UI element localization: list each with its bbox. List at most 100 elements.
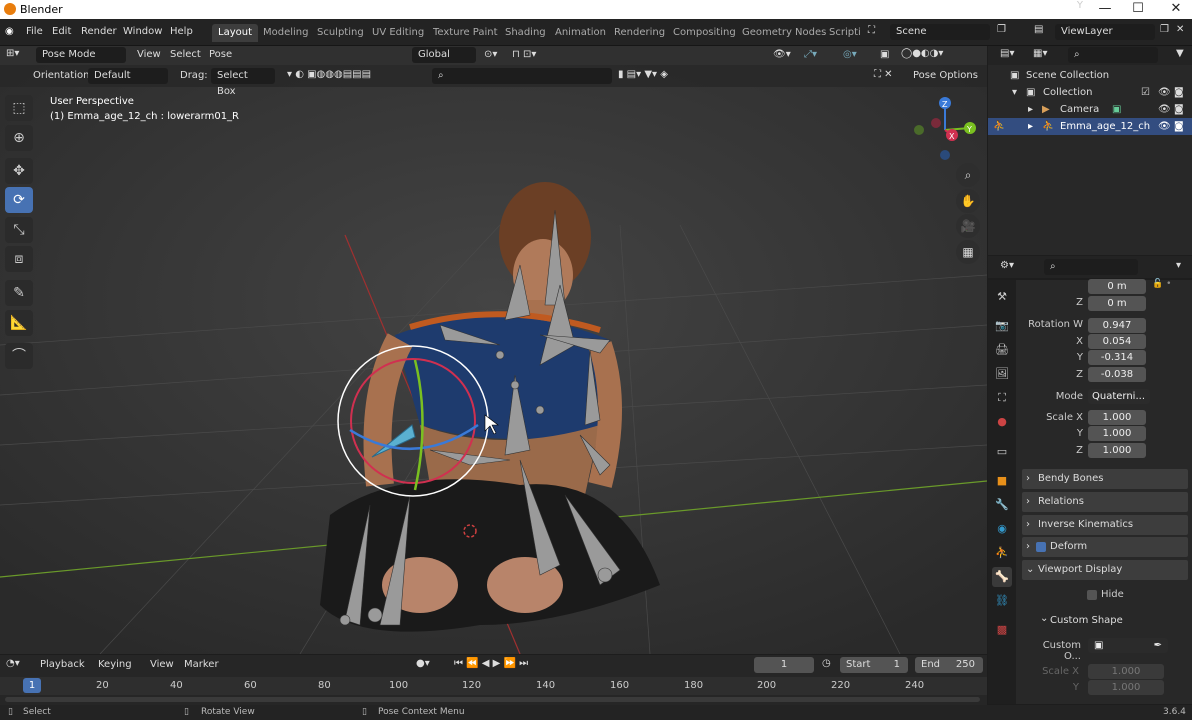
tool-tab-icon[interactable]: ⚒	[992, 287, 1012, 307]
new-scene-icon[interactable]: ❐	[997, 24, 1006, 35]
view-layer-tab-icon[interactable]: 🖼	[992, 364, 1012, 384]
timeline-scrollbar[interactable]	[5, 697, 980, 702]
shading-modes-icon[interactable]: ◯●◐◑▾	[901, 48, 943, 59]
outliner-character[interactable]: ⛹ ▸ ⛹ Emma_age_12_ch 👁 ◙	[988, 118, 1192, 135]
collection-tab-icon[interactable]: ▭	[992, 442, 1012, 462]
pose-options-menu[interactable]: Pose Options	[913, 70, 978, 81]
location-y-field[interactable]: 0 m	[1088, 279, 1146, 294]
pivot-icon[interactable]: ⊙▾	[484, 49, 497, 60]
new-viewlayer-icon[interactable]: ❐	[1160, 24, 1169, 35]
tab-animation[interactable]: Animation	[549, 24, 612, 42]
pose-options-icons[interactable]: ⛶ ✕	[874, 69, 893, 80]
rotation-mode-selector[interactable]: Quaterni...	[1088, 389, 1150, 404]
tab-layout[interactable]: Layout	[212, 24, 258, 42]
pan-hand-icon[interactable]: ✋	[956, 189, 980, 213]
tab-compositing[interactable]: Compositing	[667, 24, 742, 42]
tab-uv-editing[interactable]: UV Editing	[366, 24, 430, 42]
editor-type-icon[interactable]: ⊞▾	[6, 48, 19, 59]
mode-selector[interactable]: Pose Mode	[36, 47, 126, 63]
menu-file[interactable]: File	[26, 26, 43, 37]
panel-viewport-display[interactable]: ⌄ Viewport Display	[1022, 560, 1188, 580]
deform-checkbox[interactable]	[1036, 542, 1046, 552]
tab-texture-paint[interactable]: Texture Paint	[427, 24, 504, 42]
texture-tab-icon[interactable]: ▩	[992, 620, 1012, 640]
scene-tab-icon[interactable]: ⛶	[992, 388, 1012, 408]
rotation-z-field[interactable]: -0.038	[1088, 367, 1146, 382]
tab-geometry-nodes[interactable]: Geometry Nodes	[736, 24, 832, 42]
eye-icon[interactable]: 👁	[1158, 84, 1171, 101]
modifier-tab-icon[interactable]: 🔧	[992, 495, 1012, 515]
playhead[interactable]: 1	[23, 678, 41, 693]
visibility-icon[interactable]: 👁▾	[773, 49, 791, 60]
timeline-playback-menu[interactable]: Playback	[40, 659, 85, 670]
move-tool[interactable]: ✥	[5, 158, 33, 184]
select-box-tool[interactable]: ⬚	[5, 95, 33, 121]
tab-scripting[interactable]: Scripti	[823, 24, 867, 42]
annotate-tool[interactable]: ✎	[5, 280, 33, 306]
preview-range-icon[interactable]: ◷	[822, 658, 831, 669]
viewport-search-input[interactable]: ⌕	[432, 68, 612, 84]
expand-arrow-icon[interactable]: ▸	[1028, 101, 1033, 118]
physics-tab-icon[interactable]: ◉	[992, 519, 1012, 539]
cursor-tool[interactable]: ⊕	[5, 125, 33, 151]
panel-bendy-bones[interactable]: › Bendy Bones	[1022, 469, 1188, 489]
eye-icon[interactable]: 👁	[1158, 101, 1171, 118]
outliner-editor-type-icon[interactable]: ▤▾	[1000, 48, 1014, 59]
timeline-editor-type-icon[interactable]: ◔▾	[6, 658, 20, 669]
outliner-filter-icon[interactable]: ▼	[1176, 48, 1184, 59]
bone-tab-icon[interactable]: 🦴	[992, 567, 1012, 587]
output-tab-icon[interactable]: 🖨	[992, 340, 1012, 360]
rotation-y-field[interactable]: -0.314	[1088, 350, 1146, 365]
menu-help[interactable]: Help	[170, 26, 193, 37]
outliner-collection[interactable]: ▾ ▣ Collection ☑ 👁 ◙	[988, 84, 1192, 101]
expand-arrow-icon[interactable]: ▾	[1012, 84, 1017, 101]
hide-checkbox[interactable]	[1087, 590, 1097, 600]
outliner-search-input[interactable]: ⌕	[1068, 47, 1158, 63]
tab-modeling[interactable]: Modeling	[257, 24, 315, 42]
camera-render-icon[interactable]: ◙	[1174, 118, 1184, 135]
custom-scale-y-field[interactable]: 1.000	[1088, 680, 1164, 695]
filter-icons[interactable]: ▮ ▤▾ ▼▾ ◈	[618, 69, 668, 80]
blender-menu-icon[interactable]: ◉	[5, 26, 14, 37]
scale-tool[interactable]: ⤡	[5, 217, 33, 243]
transform-tool[interactable]: ⧈	[5, 246, 33, 272]
orientation-selector[interactable]: Default	[88, 68, 168, 84]
menu-view[interactable]: View	[137, 49, 161, 60]
measure-tool[interactable]: 📐	[5, 310, 33, 336]
eyedropper-icon[interactable]: ✒	[1154, 638, 1162, 653]
tab-rendering[interactable]: Rendering	[608, 24, 671, 42]
overlay-icon[interactable]: ◎▾	[843, 49, 857, 60]
panel-relations[interactable]: › Relations	[1022, 492, 1188, 512]
include-checkbox[interactable]: ☑	[1141, 84, 1150, 101]
close-button[interactable]: ✕	[1156, 1, 1192, 16]
scale-x-field[interactable]: 1.000	[1088, 410, 1146, 425]
object-tab-icon[interactable]: ■	[992, 471, 1012, 491]
menu-edit[interactable]: Edit	[52, 26, 71, 37]
eye-icon[interactable]: 👁	[1158, 118, 1171, 135]
current-frame-field[interactable]: 1	[754, 657, 814, 673]
properties-options-icon[interactable]: ▾	[1176, 260, 1181, 271]
transform-orientation-selector[interactable]: Global	[412, 47, 476, 63]
render-tab-icon[interactable]: 📷	[992, 316, 1012, 336]
camera-view-icon[interactable]: 🎥	[956, 214, 980, 238]
menu-render[interactable]: Render	[81, 26, 117, 37]
rotation-w-field[interactable]: 0.947	[1088, 318, 1146, 333]
remove-viewlayer-icon[interactable]: ✕	[1176, 24, 1184, 35]
breakdowner-tool[interactable]: ⌒	[5, 343, 33, 369]
custom-shape-subpanel[interactable]: Custom Shape	[1050, 615, 1123, 626]
world-tab-icon[interactable]: ●	[992, 412, 1012, 432]
perspective-toggle-icon[interactable]: ▦	[956, 240, 980, 264]
panel-inverse-kinematics[interactable]: › Inverse Kinematics	[1022, 515, 1188, 535]
outliner-scene-collection[interactable]: ▣ Scene Collection	[988, 67, 1192, 84]
expand-arrow-icon[interactable]: ▸	[1028, 118, 1033, 135]
scale-y-field[interactable]: 1.000	[1088, 426, 1146, 441]
tab-shading[interactable]: Shading	[499, 24, 552, 42]
gizmo-icon[interactable]: ⤢▾	[804, 49, 817, 60]
chevron-down-icon[interactable]: ⌄	[1040, 613, 1048, 624]
menu-pose[interactable]: Pose	[209, 49, 232, 60]
start-frame-field[interactable]: Start 1	[840, 657, 908, 673]
timeline-marker-menu[interactable]: Marker	[184, 659, 219, 670]
bone-constraint-tab-icon[interactable]: ⛓	[992, 591, 1012, 611]
custom-object-field[interactable]: ▣ ✒	[1088, 638, 1168, 653]
lock-icons[interactable]: 🔓 •	[1152, 280, 1171, 289]
